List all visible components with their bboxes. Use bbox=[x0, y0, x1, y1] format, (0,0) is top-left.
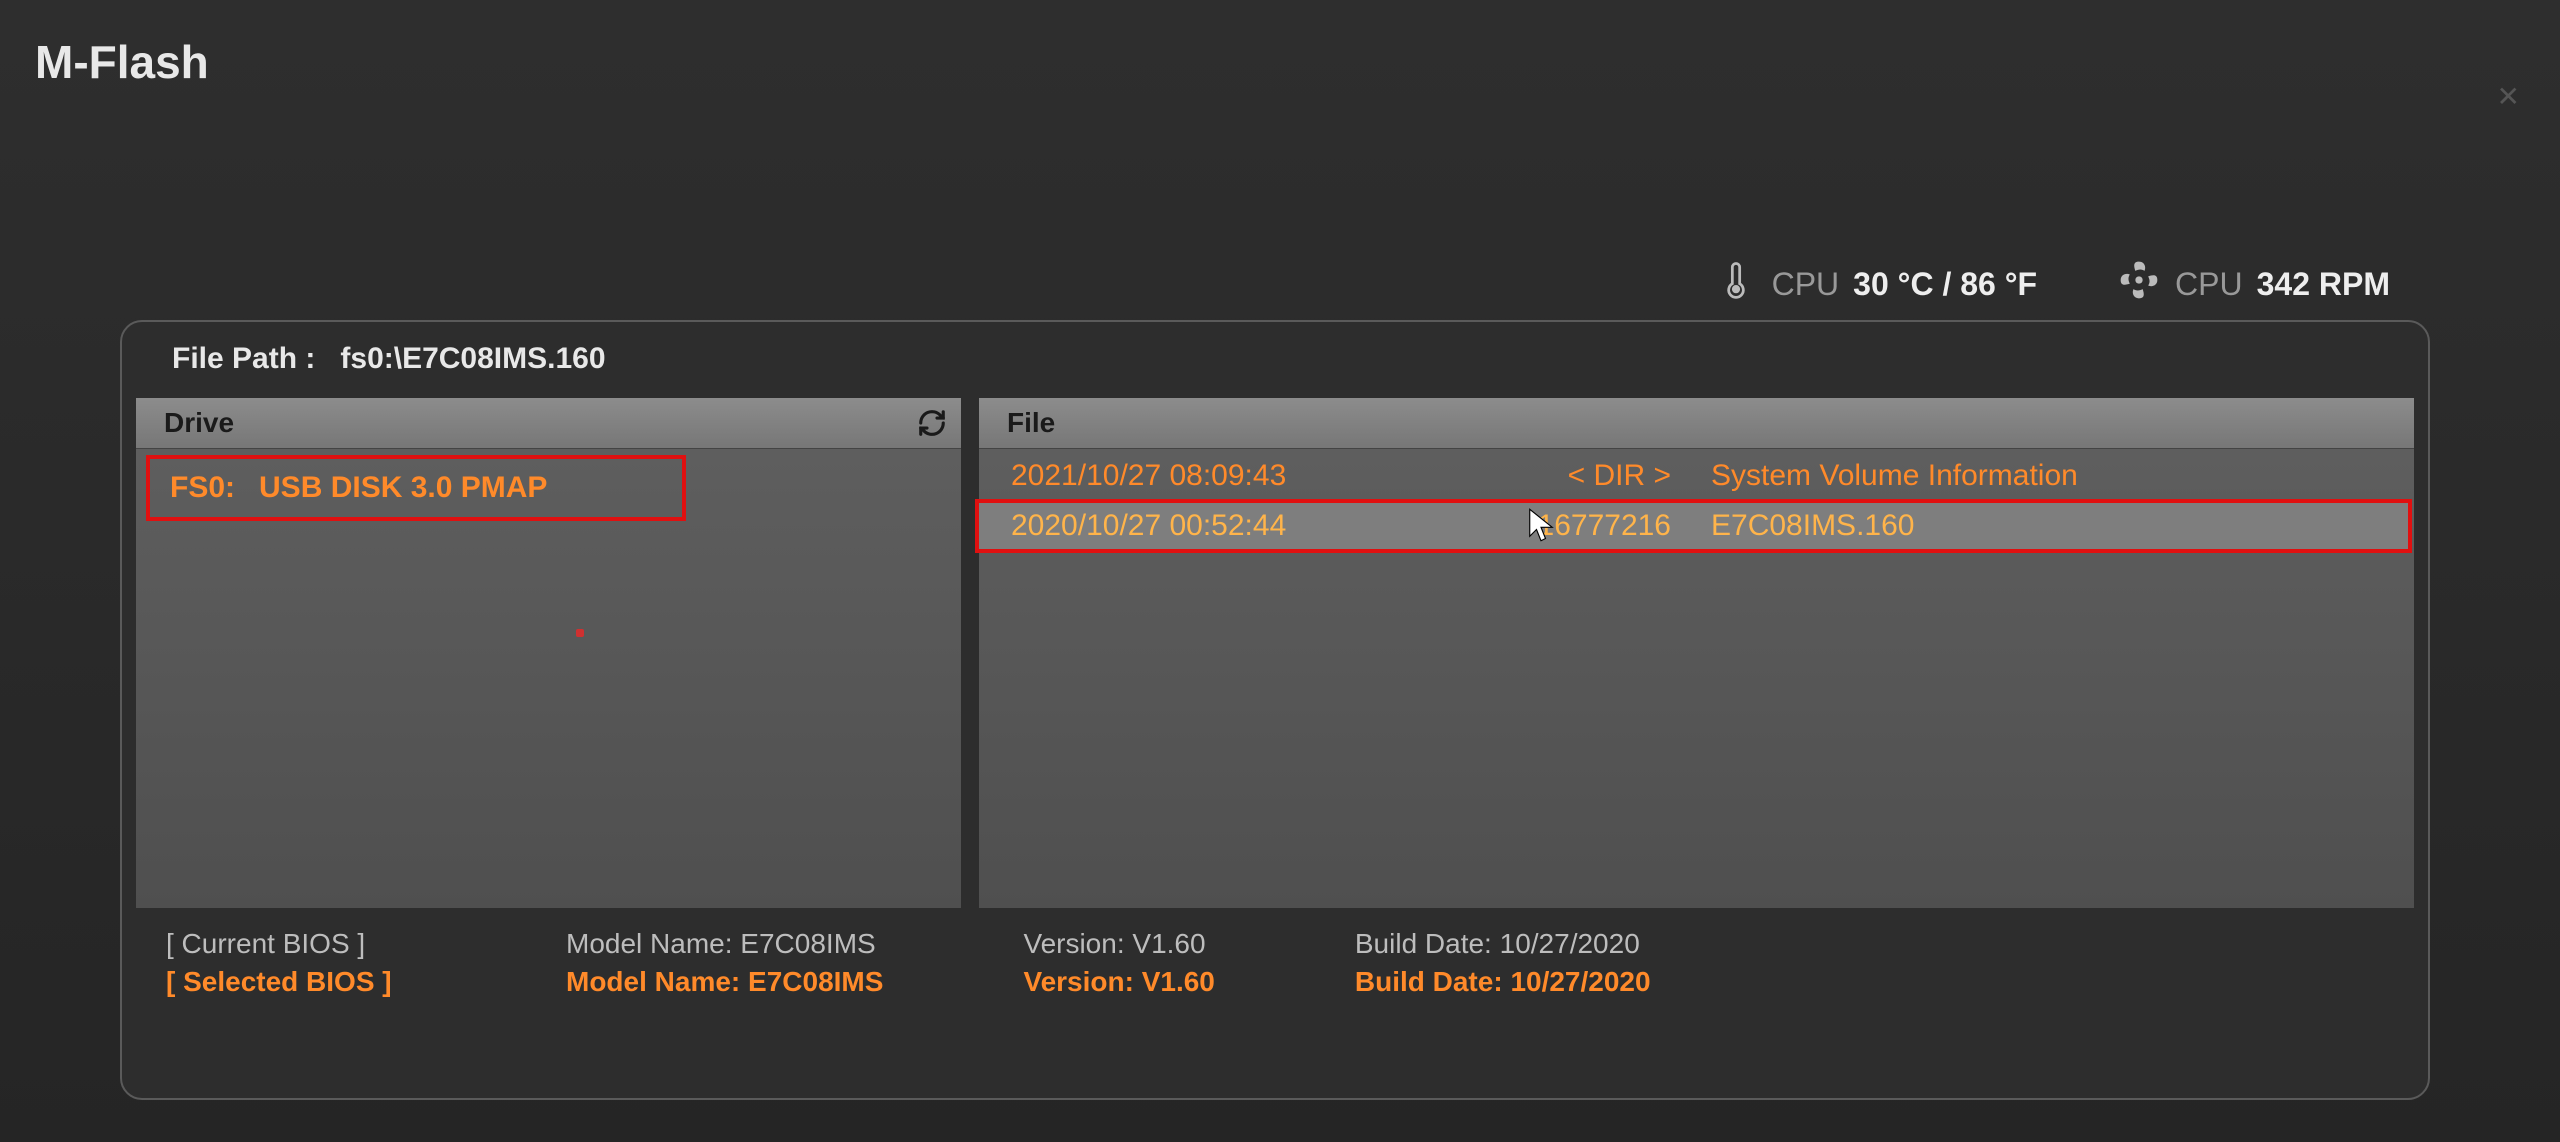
selected-build: Build Date: 10/27/2020 bbox=[1355, 966, 1651, 998]
file-path-value: fs0:\E7C08IMS.160 bbox=[340, 342, 605, 375]
file-pane: File 2021/10/27 08:09:43 < DIR > System … bbox=[979, 398, 2414, 908]
cpu-temp-stat: CPU 30 °C / 86 °F bbox=[1714, 258, 2037, 310]
main-panel: File Path : fs0:\E7C08IMS.160 Drive FS bbox=[120, 320, 2430, 1100]
file-name: E7C08IMS.160 bbox=[1711, 509, 2376, 543]
drive-header: Drive bbox=[136, 398, 961, 448]
cpu-temp-label: CPU bbox=[1772, 266, 1840, 303]
cpu-fan-label: CPU bbox=[2175, 266, 2243, 303]
indicator-dot bbox=[576, 629, 584, 637]
cpu-temp-value: 30 °C / 86 °F bbox=[1853, 266, 2037, 303]
current-model: Model Name: E7C08IMS bbox=[566, 928, 883, 960]
cpu-fan-stat: CPU 342 RPM bbox=[2117, 258, 2390, 310]
file-path: File Path : fs0:\E7C08IMS.160 bbox=[172, 342, 2414, 376]
file-item[interactable]: 2020/10/27 00:52:44 16777216 E7C08IMS.16… bbox=[979, 503, 2408, 549]
file-header-label: File bbox=[1007, 407, 1055, 439]
file-item[interactable]: 2021/10/27 08:09:43 < DIR > System Volum… bbox=[979, 453, 2414, 499]
drive-id: FS0: bbox=[170, 471, 235, 505]
file-date: 2020/10/27 00:52:44 bbox=[1011, 509, 1471, 543]
file-size: 16777216 bbox=[1471, 509, 1711, 543]
file-item-selected-highlight: 2020/10/27 00:52:44 16777216 E7C08IMS.16… bbox=[975, 499, 2412, 553]
selected-bios-label: [ Selected BIOS ] bbox=[166, 966, 426, 998]
close-icon[interactable]: ✕ bbox=[2497, 80, 2520, 113]
app-title: M-Flash bbox=[35, 35, 209, 89]
bios-info-footer: [ Current BIOS ] [ Selected BIOS ] Model… bbox=[136, 928, 2414, 998]
selected-model: Model Name: E7C08IMS bbox=[566, 966, 883, 998]
drive-item[interactable]: FS0: USB DISK 3.0 PMAP bbox=[146, 455, 686, 521]
file-path-label: File Path : bbox=[172, 342, 315, 375]
file-size: < DIR > bbox=[1471, 459, 1711, 493]
drive-pane: Drive FS0: USB DISK 3.0 PMAP bbox=[136, 398, 961, 908]
current-build: Build Date: 10/27/2020 bbox=[1355, 928, 1651, 960]
selected-version: Version: V1.60 bbox=[1023, 966, 1214, 998]
file-list[interactable]: 2021/10/27 08:09:43 < DIR > System Volum… bbox=[979, 448, 2414, 908]
file-date: 2021/10/27 08:09:43 bbox=[1011, 459, 1471, 493]
current-version: Version: V1.60 bbox=[1023, 928, 1214, 960]
drive-name: USB DISK 3.0 PMAP bbox=[259, 471, 547, 505]
status-bar: CPU 30 °C / 86 °F CPU 342 RPM bbox=[1714, 258, 2390, 310]
file-browser: Drive FS0: USB DISK 3.0 PMAP bbox=[136, 398, 2414, 908]
fan-icon bbox=[2117, 258, 2161, 310]
cpu-fan-value: 342 RPM bbox=[2257, 266, 2390, 303]
drive-list[interactable]: FS0: USB DISK 3.0 PMAP bbox=[136, 448, 961, 908]
thermometer-icon bbox=[1714, 258, 1758, 310]
current-bios-label: [ Current BIOS ] bbox=[166, 928, 426, 960]
drive-header-label: Drive bbox=[164, 407, 234, 439]
refresh-button[interactable] bbox=[915, 406, 949, 440]
file-name: System Volume Information bbox=[1711, 459, 2382, 493]
file-header: File bbox=[979, 398, 2414, 448]
